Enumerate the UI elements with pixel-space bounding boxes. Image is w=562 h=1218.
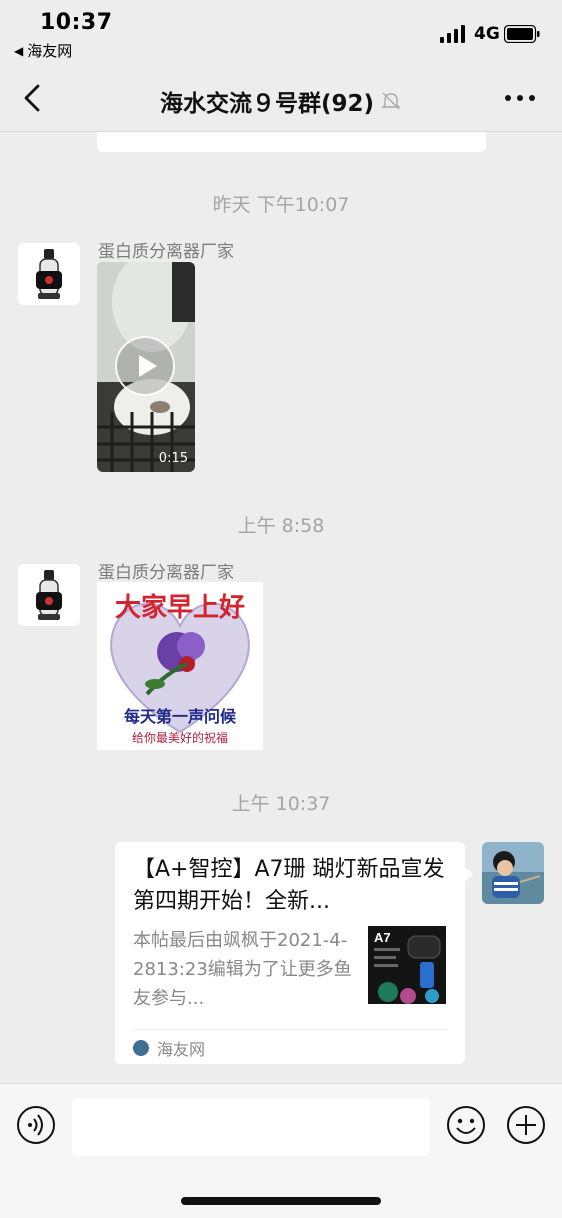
timestamp: 上午 10:37 [231, 793, 331, 815]
back-to-app-link[interactable]: ◀ 海友网 [14, 40, 72, 61]
voice-icon[interactable] [16, 1105, 56, 1145]
avatar[interactable] [18, 243, 80, 305]
greeting-headline: 大家早上好 [115, 592, 245, 622]
network-type: 4G [474, 24, 500, 44]
child-photo-avatar [482, 842, 544, 904]
link-title: 【A+智控】A7珊 瑚灯新品宣发 第四期开始！全新... [133, 857, 445, 914]
sender-name: 蛋白质分离器厂家 [98, 563, 234, 583]
back-triangle-icon: ◀ [14, 43, 24, 58]
link-thumbnail: A7 [368, 926, 446, 1004]
status-bar: 10:37 ◀ 海友网 4G [0, 0, 562, 64]
home-indicator[interactable] [181, 1197, 381, 1205]
link-card-message[interactable]: 【A+智控】A7珊 瑚灯新品宣发 第四期开始！全新... 本帖最后由飒枫于202… [115, 842, 473, 1064]
battery-icon [504, 25, 540, 43]
skimmer-avatar-icon [18, 564, 80, 626]
status-time: 10:37 [40, 10, 113, 35]
sender-name: 蛋白质分离器厂家 [98, 242, 234, 262]
link-source-name: 海友网 [157, 1040, 206, 1059]
message-input[interactable] [72, 1098, 430, 1156]
greeting-line2: 给你最美好的祝福 [132, 730, 228, 745]
emoji-icon[interactable] [446, 1105, 486, 1145]
link-source: 海友网 [133, 1036, 205, 1060]
timestamp: 昨天 下午10:07 [212, 194, 350, 216]
link-description: 本帖最后由飒枫于2021-4-2813:23编辑为了让更多鱼友参与... [133, 930, 352, 1009]
link-thumb-label: A7 [374, 930, 391, 945]
mute-bell-icon [381, 92, 401, 110]
video-duration: 0:15 [158, 451, 188, 466]
link-divider [133, 1029, 447, 1030]
video-message[interactable]: 0:15 [97, 262, 195, 472]
chat-header: 海水交流９号群(92) [0, 64, 562, 132]
source-logo-icon [133, 1040, 149, 1056]
chat-title-text: 海水交流９号群(92) [159, 91, 375, 117]
more-dots-icon[interactable] [504, 92, 536, 104]
image-message[interactable]: 大家早上好 每天第一声问候 给你最美好的祝福 [97, 582, 263, 750]
skimmer-avatar-icon [18, 243, 80, 305]
greeting-card-image: 大家早上好 每天第一声问候 给你最美好的祝福 [97, 582, 263, 750]
greeting-line1: 每天第一声问候 [124, 707, 237, 726]
back-app-label: 海友网 [27, 42, 73, 60]
timestamp: 上午 8:58 [237, 515, 325, 537]
plus-icon[interactable] [506, 1105, 546, 1145]
my-avatar[interactable] [482, 842, 544, 904]
previous-message-bubble[interactable] [97, 132, 486, 152]
play-icon[interactable] [115, 336, 175, 396]
avatar[interactable] [18, 564, 80, 626]
chat-title: 海水交流９号群(92) [0, 84, 562, 118]
signal-icon [440, 25, 465, 43]
